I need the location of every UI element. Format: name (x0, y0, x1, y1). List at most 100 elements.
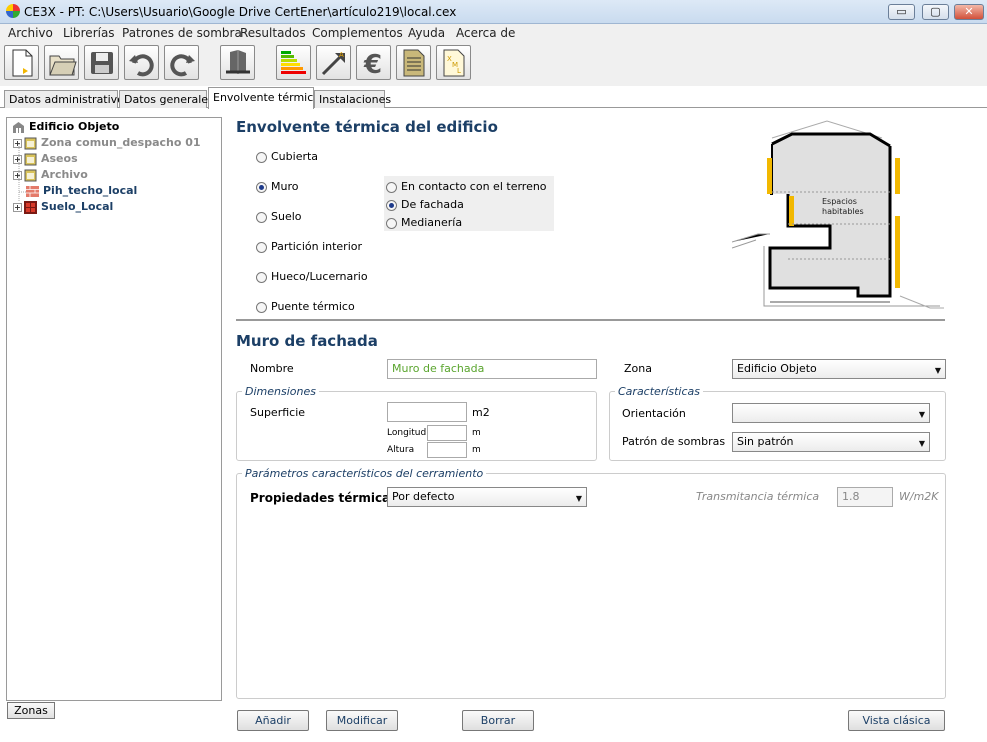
euro-icon: € (363, 50, 382, 78)
undo-button[interactable] (124, 45, 159, 80)
altura-label: Altura (387, 445, 415, 455)
orientacion-select[interactable] (732, 403, 930, 423)
radio-icon[interactable] (256, 301, 267, 313)
tree-item-label: Pih_techo_local (43, 184, 138, 197)
arrow-up-icon: A (321, 51, 345, 75)
main-panel: Envolvente térmica del edificio Cubierta… (228, 108, 987, 742)
close-button[interactable]: ✕ (954, 4, 984, 20)
modify-button[interactable]: Modificar (326, 710, 398, 731)
tree-item-suelo-local[interactable]: + Suelo_Local (13, 200, 113, 216)
building-3d-icon (225, 49, 250, 74)
menu-librerias[interactable]: Librerías (63, 26, 115, 40)
open-file-button[interactable] (44, 45, 79, 80)
tab-datos-generales[interactable]: Datos generales (119, 90, 214, 108)
maximize-button[interactable]: ▢ (922, 4, 949, 20)
building-button[interactable] (220, 45, 255, 80)
menu-resultados[interactable]: Resultados (240, 26, 306, 40)
radio-selected-icon[interactable] (256, 181, 267, 193)
radio-label: Partición interior (271, 240, 363, 253)
menu-acerca-de[interactable]: Acerca de (456, 26, 515, 40)
radio-icon[interactable] (256, 241, 267, 253)
app-icon (6, 4, 20, 18)
tree-lines (18, 144, 26, 202)
radio-puente-termico[interactable]: Puente térmico (256, 300, 355, 313)
save-icon (90, 51, 113, 74)
menu-patrones-sombra[interactable]: Patrones de sombra (122, 26, 242, 40)
tab-envolvente-termica[interactable]: Envolvente térmica (208, 87, 320, 109)
tab-datos-administrativos[interactable]: Datos administrativos (4, 90, 130, 108)
dimensiones-title: Dimensiones (242, 385, 319, 398)
radio-medianeria[interactable]: Medianería (386, 216, 462, 229)
transmitancia-unit: W/m2K (899, 490, 939, 503)
delete-button[interactable]: Borrar (462, 710, 534, 731)
nombre-input[interactable]: Muro de fachada (387, 359, 597, 379)
toolbar: A € XML (0, 43, 987, 86)
zona-label: Zona (624, 362, 652, 375)
radio-hueco-lucernario[interactable]: Hueco/Lucernario (256, 270, 368, 283)
svg-text:A: A (339, 51, 344, 59)
longitud-input[interactable] (427, 425, 467, 441)
superficie-label: Superficie (250, 406, 306, 419)
redo-button[interactable] (164, 45, 199, 80)
tree-item-zona-comun[interactable]: + Zona comun_despacho 01 (13, 136, 201, 152)
radio-label: Puente térmico (271, 300, 355, 313)
zonas-button[interactable]: Zonas (7, 702, 55, 719)
muro-heading: Muro de fachada (236, 332, 378, 350)
economic-button[interactable]: € (356, 45, 391, 80)
tab-bar: Datos administrativos Datos generales En… (0, 87, 987, 109)
menu-bar: Archivo Librerías Patrones de sombra Res… (0, 24, 987, 43)
tree-root[interactable]: Edificio Objeto (12, 120, 119, 136)
orientacion-label: Orientación (622, 407, 686, 420)
superficie-input[interactable] (387, 402, 467, 422)
new-file-button[interactable] (4, 45, 39, 80)
tree-item-label: Suelo_Local (41, 200, 114, 213)
transmitancia-label: Transmitancia térmica (696, 490, 820, 503)
undo-icon (128, 53, 154, 76)
svg-text:€: € (363, 50, 382, 78)
parametros-title: Parámetros característicos del cerramien… (242, 467, 487, 480)
report-button[interactable] (396, 45, 431, 80)
patron-sombras-select[interactable]: Sin patrón (732, 432, 930, 452)
radio-icon[interactable] (256, 211, 267, 223)
radio-muro[interactable]: Muro (256, 180, 298, 193)
tab-instalaciones[interactable]: Instalaciones (314, 90, 391, 108)
save-button[interactable] (84, 45, 119, 80)
altura-input[interactable] (427, 442, 467, 458)
tree-item-label: Archivo (41, 168, 88, 181)
document-icon (403, 49, 424, 76)
energy-rating-button[interactable] (276, 45, 311, 80)
patron-sombras-label: Patrón de sombras (622, 435, 726, 448)
classic-view-button[interactable]: Vista clásica (848, 710, 945, 731)
svg-text:L: L (457, 67, 461, 75)
radio-de-fachada[interactable]: De fachada (386, 198, 464, 211)
radio-icon[interactable] (386, 181, 397, 193)
energy-label-icon (280, 50, 306, 74)
radio-label: En contacto con el terreno (401, 180, 547, 193)
menu-archivo[interactable]: Archivo (8, 26, 53, 40)
radio-cubierta[interactable]: Cubierta (256, 150, 318, 163)
menu-ayuda[interactable]: Ayuda (408, 26, 445, 40)
window-title: CE3X - PT: C:\Users\Usuario\Google Drive… (24, 5, 457, 19)
superficie-unit: m2 (472, 406, 490, 419)
building-section-diagram: Espacios habitables (732, 120, 944, 309)
caracteristicas-title: Características (615, 385, 704, 398)
xml-export-button[interactable]: XML (436, 45, 471, 80)
transmitancia-input[interactable]: 1.8 (837, 487, 893, 507)
radio-en-contacto-terreno[interactable]: En contacto con el terreno (386, 180, 547, 193)
add-button[interactable]: Añadir (237, 710, 309, 731)
improvement-button[interactable]: A (316, 45, 351, 80)
xml-file-icon: XML (443, 49, 464, 76)
radio-icon[interactable] (256, 271, 267, 283)
menu-complementos[interactable]: Complementos (312, 26, 403, 40)
propiedades-termicas-select[interactable]: Por defecto (387, 487, 587, 507)
radio-suelo[interactable]: Suelo (256, 210, 302, 223)
radio-icon[interactable] (386, 217, 397, 229)
radio-particion-interior[interactable]: Partición interior (256, 240, 362, 253)
radio-selected-icon[interactable] (386, 199, 397, 211)
minimize-button[interactable]: ▭ (888, 4, 915, 20)
radio-label: Cubierta (271, 150, 319, 163)
radio-icon[interactable] (256, 151, 267, 163)
radio-label: Suelo (271, 210, 302, 223)
zona-select[interactable]: Edificio Objeto (732, 359, 946, 379)
tree-item-pih-techo[interactable]: Pih_techo_local (26, 184, 137, 200)
